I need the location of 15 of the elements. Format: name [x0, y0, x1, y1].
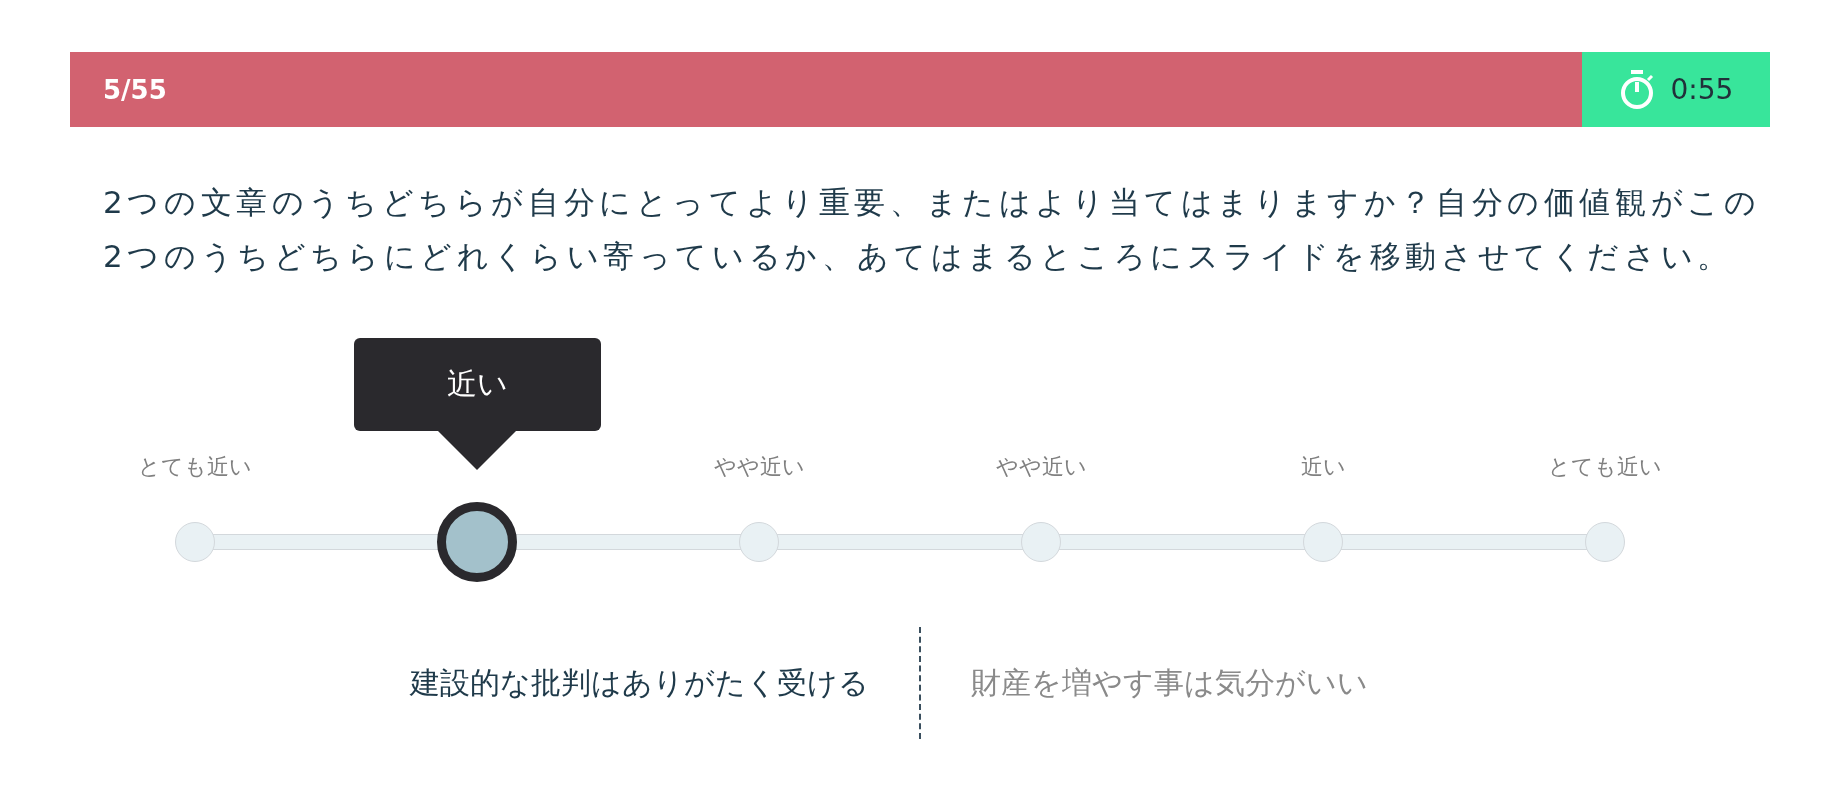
question-text: 2つの文章のうちどちらが自分にとってより重要、またはより当てはまりますか？自分の価値観がこの2つのうちどちらにどれくらい寄っているか、あてはまるところにスライドを移動させてください。: [103, 183, 1762, 276]
timer-text: 0:55: [1670, 73, 1734, 106]
slider-stop[interactable]: [1021, 522, 1061, 562]
slider-stop[interactable]: [1585, 522, 1625, 562]
stop-label: とても近い: [138, 453, 252, 481]
slider-stop[interactable]: [739, 522, 779, 562]
slider-stop[interactable]: [175, 522, 215, 562]
stop-label: とても近い: [1548, 453, 1662, 481]
slider-stop[interactable]: [1303, 522, 1343, 562]
stop-label: やや近い: [995, 453, 1087, 481]
stop-label: やや近い: [713, 453, 805, 481]
stop-label: 近い: [1300, 453, 1346, 481]
stopwatch-icon: [1618, 68, 1655, 111]
statement-text: 建設的な批判はありがたく受ける: [410, 663, 869, 702]
statement-text: 財産を増やす事は気分がいい: [971, 663, 1368, 702]
